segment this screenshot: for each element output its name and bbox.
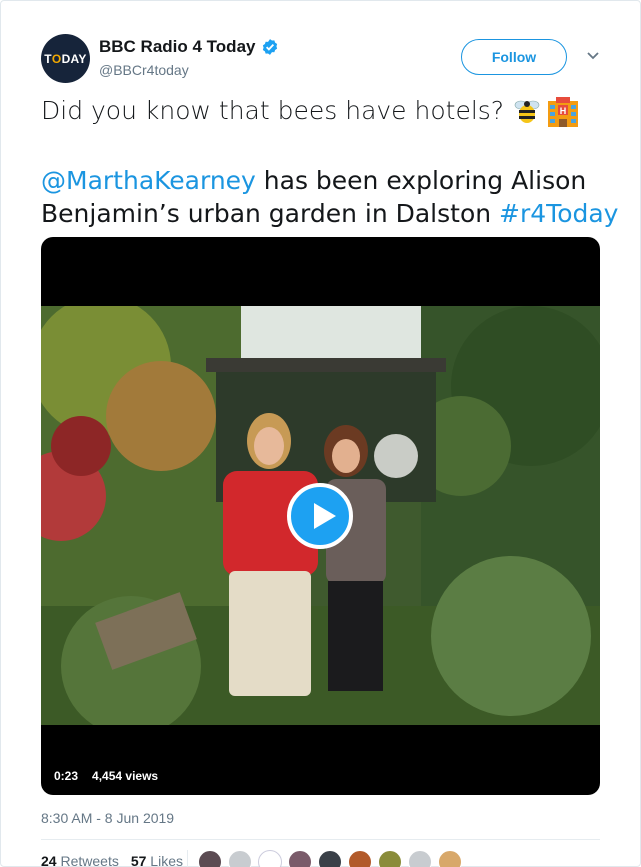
video-player[interactable]: 0:23 4,454 views (41, 237, 600, 795)
tweet-stats: 24 Retweets 57 Likes (41, 853, 183, 867)
avatar-logo-day: DAY (61, 51, 87, 66)
stats-separator (187, 850, 188, 867)
hashtag-link[interactable]: #r4Today (499, 199, 618, 228)
liker-avatar[interactable] (378, 850, 402, 867)
likes-stat[interactable]: 57 Likes (131, 853, 183, 867)
avatar-logo-t: T (44, 51, 52, 66)
display-name[interactable]: BBC Radio 4 Today (99, 37, 255, 57)
tweet-text-body: @MarthaKearney has been exploring Alison… (41, 164, 621, 230)
liker-avatar[interactable] (318, 850, 342, 867)
liker-avatar[interactable] (408, 850, 432, 867)
liker-avatar[interactable] (258, 850, 282, 867)
retweets-count: 24 (41, 853, 57, 867)
tweet-line1-text: Did you know that bees have hotels? (41, 96, 505, 125)
video-badges: 0:23 4,454 views (49, 766, 164, 786)
liker-avatar[interactable] (348, 850, 372, 867)
hotel-icon: H (548, 96, 579, 127)
video-views: 4,454 views (87, 766, 164, 786)
follow-button[interactable]: Follow (461, 39, 567, 75)
bee-icon (514, 100, 540, 123)
liker-avatar[interactable] (228, 850, 252, 867)
retweets-label: Retweets (60, 853, 119, 867)
svg-text:H: H (560, 106, 567, 116)
liker-avatar[interactable] (288, 850, 312, 867)
divider (41, 839, 600, 840)
liker-avatar[interactable] (438, 850, 462, 867)
liker-avatars (198, 850, 462, 867)
avatar[interactable]: T O DAY (41, 34, 90, 83)
play-button[interactable] (287, 483, 353, 549)
tweet-timestamp[interactable]: 8:30 AM - 8 Jun 2019 (41, 810, 174, 826)
account-name-row[interactable]: BBC Radio 4 Today (99, 37, 279, 57)
liker-avatar[interactable] (198, 850, 222, 867)
likes-label: Likes (150, 853, 183, 867)
retweets-stat[interactable]: 24 Retweets (41, 853, 119, 867)
likes-count: 57 (130, 853, 147, 867)
tweet-card: T O DAY BBC Radio 4 Today @BBCr4today Foll… (0, 0, 641, 867)
tweet-text-line1: Did you know that bees have hotels? H (41, 94, 611, 127)
avatar-logo-o: O (51, 51, 62, 66)
mention-link[interactable]: @MarthaKearney (41, 166, 256, 195)
verified-badge-icon (263, 39, 278, 55)
video-duration: 0:23 (49, 766, 84, 786)
chevron-down-icon[interactable] (586, 51, 600, 61)
account-handle[interactable]: @BBCr4today (99, 62, 189, 78)
